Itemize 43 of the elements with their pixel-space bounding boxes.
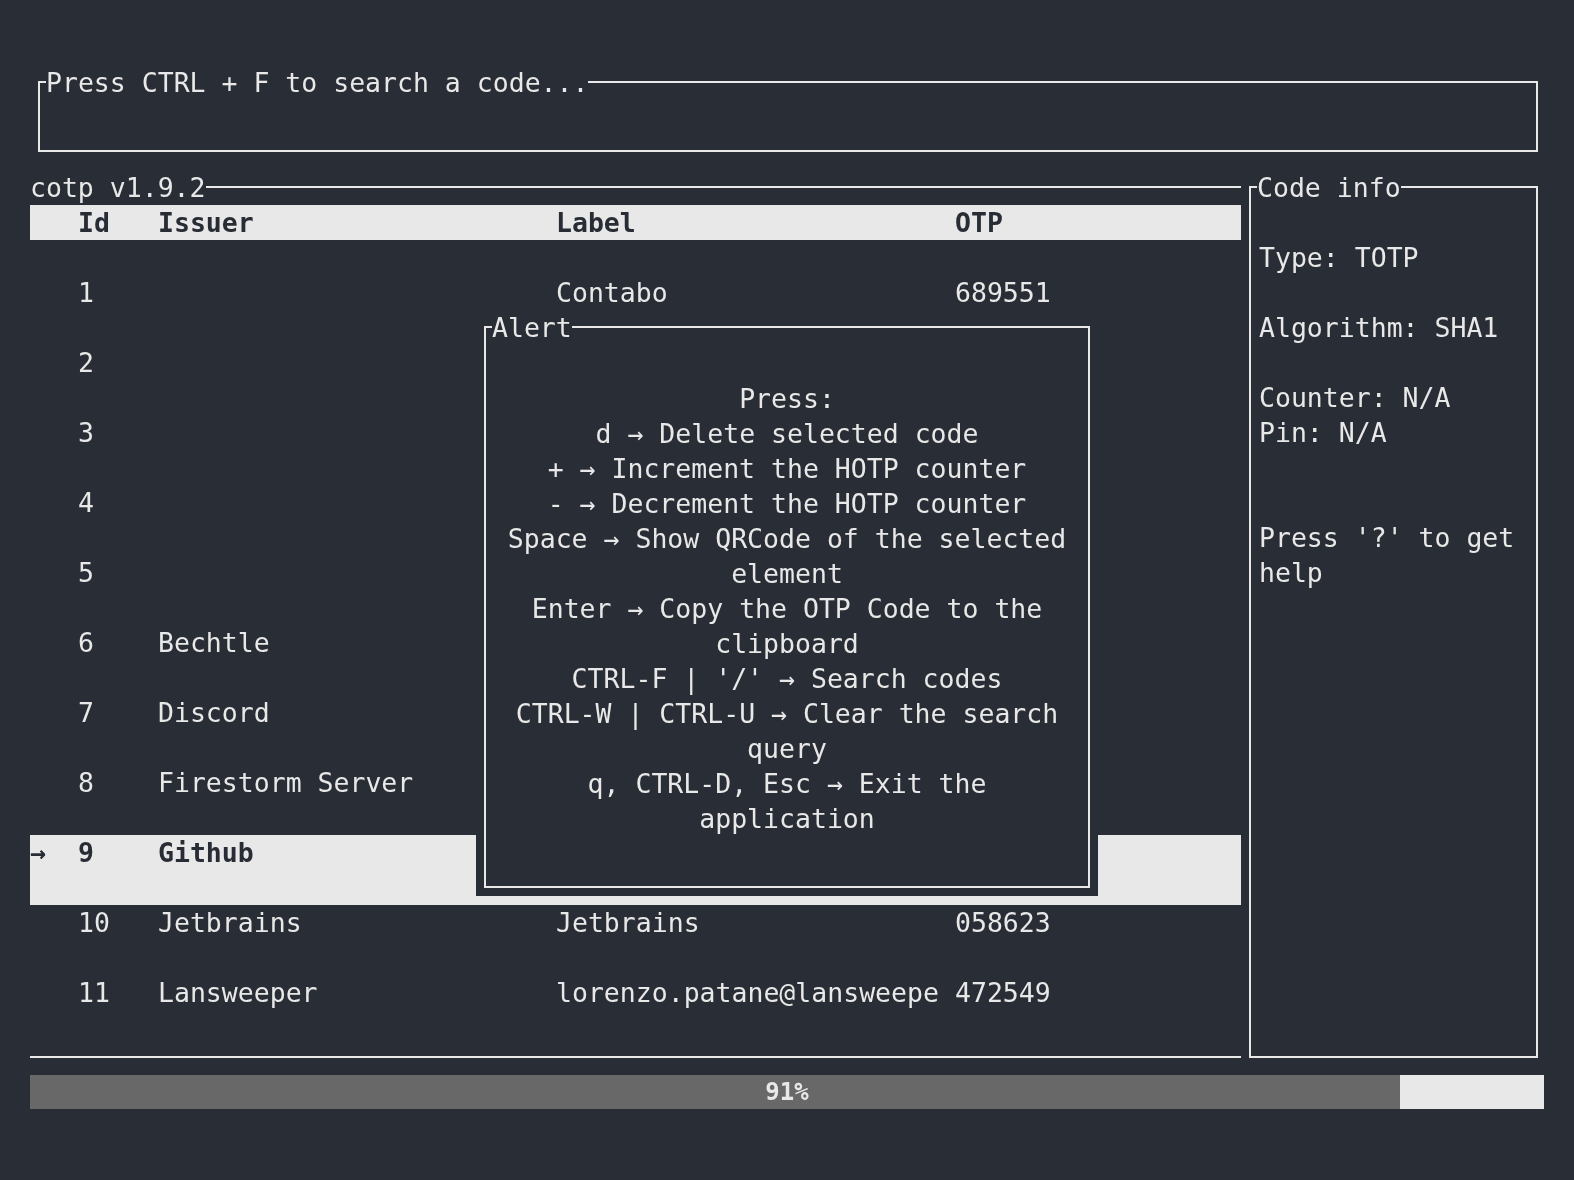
table-cell-text: 11: [78, 976, 111, 1010]
table-cell-text: Contabo: [556, 276, 669, 310]
table-cell-text: Firestorm Server: [158, 766, 415, 800]
info-text: Press '?' to get help: [1259, 521, 1516, 590]
info-text: Algorithm: SHA1: [1259, 311, 1500, 345]
column-header: Issuer: [158, 206, 255, 240]
progress-label: 91%: [765, 1077, 809, 1108]
frame-border: [38, 81, 46, 100]
dialog-title: Alert: [492, 311, 572, 345]
table-cell-text: 7: [78, 696, 95, 730]
table-cell-text: Jetbrains: [556, 906, 701, 940]
table-cell-text: 1: [78, 276, 95, 310]
table-cell-text: 8: [78, 766, 95, 800]
table-cell-text: Jetbrains: [158, 906, 303, 940]
info-text: Counter: N/A: [1259, 381, 1452, 415]
table-cell-text: 689551: [955, 276, 1052, 310]
table-cell-text: Github: [158, 836, 255, 870]
table-cell-text: 058623: [955, 906, 1052, 940]
table-cell-text: Bechtle: [158, 626, 271, 660]
help-text: Enter → Copy the OTP Code to the clipboard: [530, 592, 1044, 661]
table-cell-text: 472549: [955, 976, 1052, 1010]
table-row[interactable]: 11 Lansweeper lorenzo.patane@lansweepe 472549: [30, 975, 1241, 1045]
column-header: Id: [78, 206, 111, 240]
info-text: Pin: N/A: [1259, 416, 1388, 450]
help-text: Press:: [738, 382, 836, 416]
table-cell-text: 6: [78, 626, 95, 660]
help-text: - → Decrement the HOTP counter: [546, 487, 1028, 521]
help-text: CTRL-F | '/' → Search codes: [570, 662, 1004, 696]
column-header: OTP: [955, 206, 1004, 240]
help-text: q, CTRL-D, Esc → Exit the application: [586, 767, 988, 836]
help-text: d → Delete selected code: [594, 417, 980, 451]
panel-title: Code info: [1257, 171, 1401, 205]
help-text: + → Increment the HOTP counter: [546, 452, 1028, 486]
table-cell-text: 10: [78, 906, 111, 940]
table-cell-text: 9: [78, 836, 95, 870]
app-title: cotp v1.9.2: [30, 171, 206, 205]
info-text: Type: TOTP: [1259, 241, 1420, 275]
table-cell-text: Lansweeper: [158, 976, 319, 1010]
table-row[interactable]: 10 Jetbrains Jetbrains 058623: [30, 905, 1241, 975]
help-text: Space → Show QRCode of the selected element: [506, 522, 1068, 591]
column-header: Label: [556, 206, 637, 240]
selection-arrow: →: [30, 836, 47, 870]
table-cell-text: lorenzo.patane@lansweepe: [556, 976, 940, 1010]
